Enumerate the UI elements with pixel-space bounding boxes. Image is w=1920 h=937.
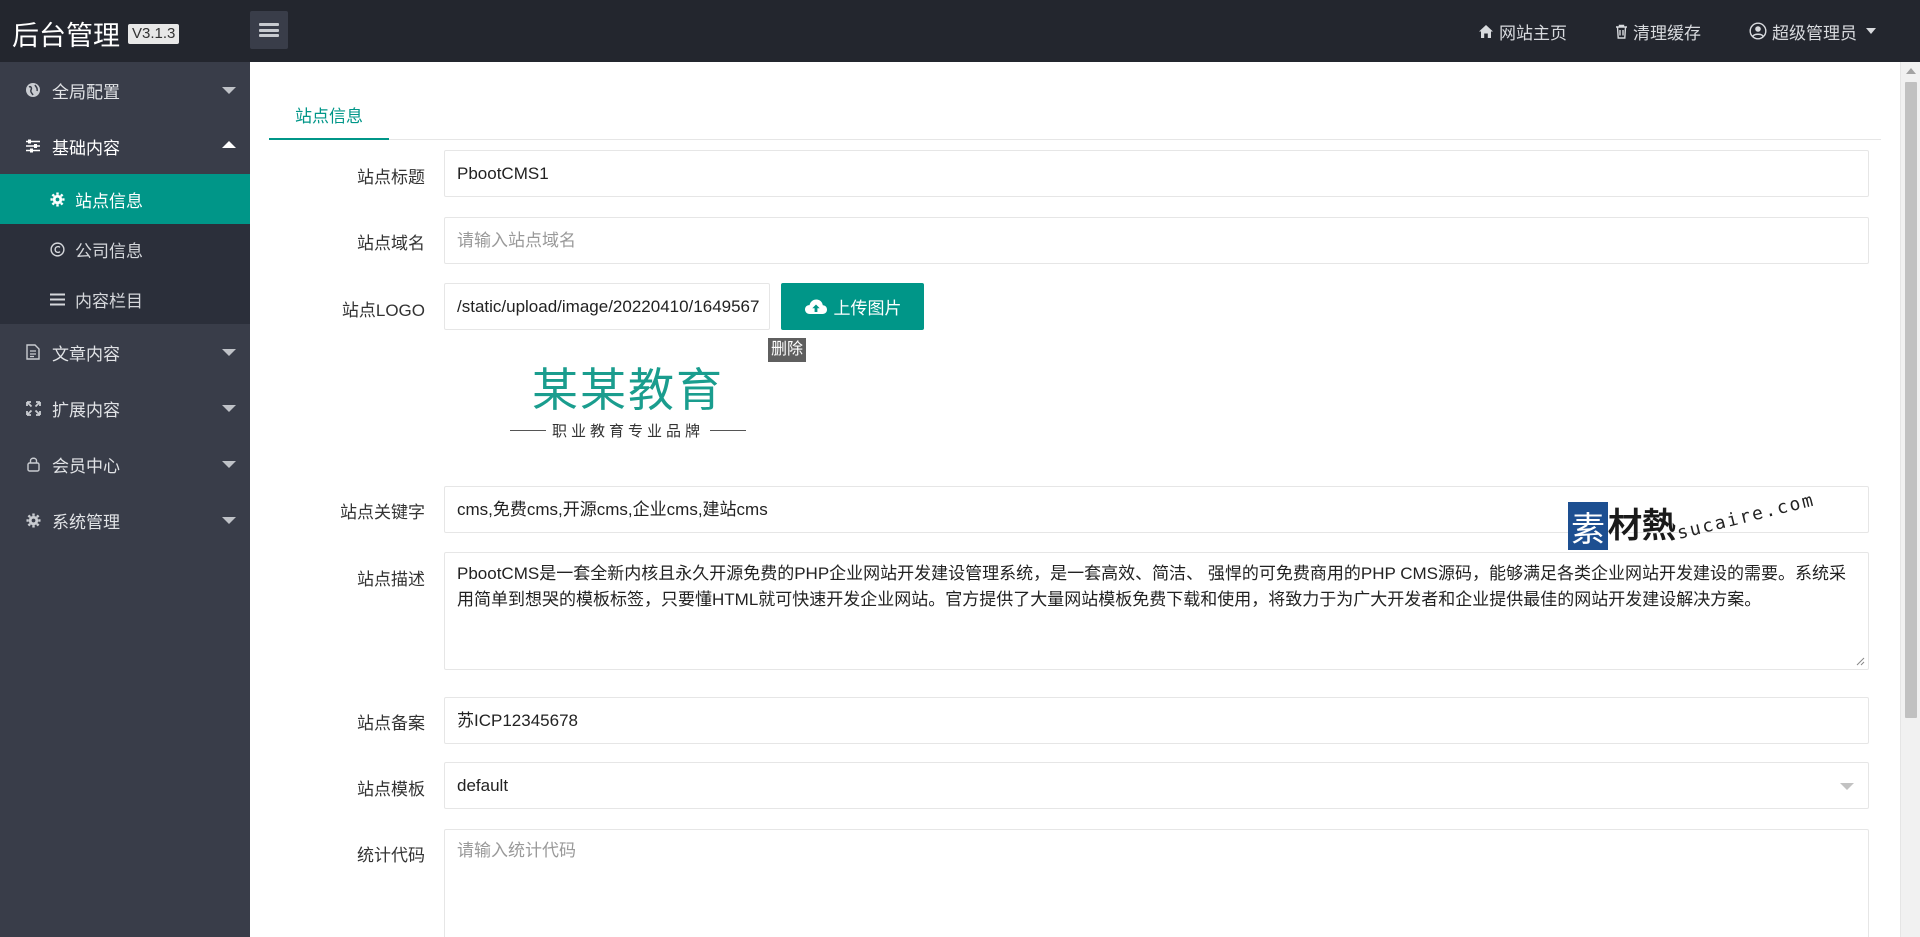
- site-domain-label: 站点域名: [357, 234, 425, 253]
- sidebar-item-label: 会员中心: [52, 456, 120, 476]
- site-domain-input[interactable]: 请输入站点域名: [444, 217, 1869, 264]
- main-content: 站点信息 站点标题 PbootCMS1 站点域名 请输入站点域名 站点LOGO …: [250, 62, 1900, 937]
- version-badge: V3.1.3: [128, 23, 180, 44]
- upload-image-button[interactable]: 上传图片: [781, 283, 924, 330]
- menu-toggle-button[interactable]: [250, 11, 288, 49]
- sidebar-item-content-columns[interactable]: 内容栏目: [0, 274, 250, 324]
- watermark-text: 材熱: [1608, 506, 1676, 546]
- trash-icon: [1616, 24, 1627, 39]
- resize-handle-icon[interactable]: [1855, 656, 1865, 666]
- watermark-logo: 素 材熱 sucaire.com: [1568, 489, 1821, 550]
- sidebar-item-extended-content[interactable]: 扩展内容: [0, 380, 250, 436]
- site-template-value: default: [457, 776, 509, 795]
- user-circle-icon: [1749, 22, 1767, 40]
- sidebar-item-label: 文章内容: [52, 344, 120, 364]
- scrollbar-thumb[interactable]: [1905, 82, 1917, 718]
- site-description-label: 站点描述: [357, 570, 425, 589]
- logo-preview-image: 某某教育 职业教育专业品牌: [498, 362, 758, 462]
- site-keywords-label: 站点关键字: [340, 503, 425, 522]
- logo-preview-sub-text: 职业教育专业品牌: [551, 423, 704, 440]
- scroll-up-icon[interactable]: [1906, 68, 1916, 74]
- user-menu-label: 超级管理员: [1772, 23, 1857, 43]
- chevron-down-icon: [222, 87, 236, 94]
- lock-icon: [24, 455, 42, 473]
- tab-site-info[interactable]: 站点信息: [269, 84, 389, 140]
- sidebar-subitem-label: 内容栏目: [75, 291, 143, 311]
- top-header: 后台管理 V3.1.3 网站主页 清理缓存 超级管理员: [0, 0, 1920, 62]
- sidebar-submenu: 站点信息 公司信息 内容栏目: [0, 174, 250, 324]
- sidebar: 全局配置 基础内容 站点信息 公司信息 内容栏目 文章内容 扩展内容 会员中心: [0, 62, 250, 937]
- copyright-icon: [49, 241, 65, 257]
- gear-icon: [49, 191, 65, 207]
- chevron-down-icon: [1840, 783, 1854, 790]
- site-title-label: 站点标题: [357, 168, 425, 187]
- top-nav: 网站主页 清理缓存 超级管理员: [1478, 0, 1876, 62]
- document-icon: [24, 343, 42, 361]
- chevron-down-icon: [222, 405, 236, 412]
- sidebar-item-label: 扩展内容: [52, 400, 120, 420]
- delete-logo-button[interactable]: 删除: [768, 338, 807, 362]
- sidebar-subitem-label: 站点信息: [75, 191, 143, 211]
- sidebar-item-label: 系统管理: [52, 512, 120, 532]
- list-icon: [49, 291, 65, 307]
- user-menu[interactable]: 超级管理员: [1749, 19, 1876, 44]
- stats-code-textarea[interactable]: 请输入统计代码: [444, 829, 1869, 937]
- site-logo-input[interactable]: /static/upload/image/20220410/1649567: [444, 283, 770, 330]
- sidebar-item-basic-content[interactable]: 基础内容: [0, 118, 250, 174]
- clear-cache-label: 清理缓存: [1633, 23, 1701, 43]
- sidebar-item-article-content[interactable]: 文章内容: [0, 324, 250, 380]
- home-link[interactable]: 网站主页: [1478, 19, 1567, 44]
- sidebar-item-site-info[interactable]: 站点信息: [0, 174, 250, 224]
- site-description-text: PbootCMS是一套全新内核且永久开源免费的PHP企业网站开发建设管理系统，是…: [457, 564, 1847, 609]
- logo-preview-subtitle: 职业教育专业品牌: [498, 420, 758, 441]
- gear-icon: [24, 511, 42, 529]
- chevron-down-icon: [222, 349, 236, 356]
- chevron-down-icon: [222, 461, 236, 468]
- stats-code-label: 统计代码: [357, 846, 425, 865]
- sidebar-item-member-center[interactable]: 会员中心: [0, 436, 250, 492]
- home-icon: [1479, 24, 1493, 38]
- chevron-up-icon: [222, 141, 236, 148]
- site-template-label: 站点模板: [357, 780, 425, 799]
- watermark-box: 素: [1568, 502, 1608, 550]
- sidebar-item-label: 全局配置: [52, 82, 120, 102]
- page-scrollbar[interactable]: [1900, 62, 1920, 937]
- clear-cache-link[interactable]: 清理缓存: [1615, 19, 1701, 44]
- home-link-label: 网站主页: [1499, 23, 1567, 43]
- app-title: 后台管理: [12, 21, 120, 51]
- logo-preview-main-text: 某某教育: [532, 363, 724, 417]
- site-icp-input[interactable]: 苏ICP12345678: [444, 697, 1869, 744]
- sidebar-item-label: 基础内容: [52, 138, 120, 158]
- sidebar-subitem-label: 公司信息: [75, 241, 143, 261]
- globe-icon: [24, 81, 42, 99]
- sliders-icon: [24, 137, 42, 155]
- site-logo-label: 站点LOGO: [341, 301, 425, 320]
- sidebar-item-system-management[interactable]: 系统管理: [0, 492, 250, 548]
- chevron-down-icon: [222, 517, 236, 524]
- tab-bar: 站点信息: [269, 84, 1881, 140]
- cloud-upload-icon: [804, 299, 827, 314]
- site-title-input[interactable]: PbootCMS1: [444, 150, 1869, 197]
- hamburger-icon: [259, 23, 279, 37]
- site-icp-label: 站点备案: [357, 714, 425, 733]
- sidebar-item-company-info[interactable]: 公司信息: [0, 224, 250, 274]
- expand-icon: [24, 399, 42, 417]
- site-template-select[interactable]: default: [444, 762, 1869, 809]
- chevron-down-icon: [1866, 28, 1876, 34]
- sidebar-item-global-config[interactable]: 全局配置: [0, 62, 250, 118]
- site-description-textarea[interactable]: PbootCMS是一套全新内核且永久开源免费的PHP企业网站开发建设管理系统，是…: [444, 552, 1869, 670]
- app-logo[interactable]: 后台管理 V3.1.3: [12, 14, 180, 53]
- upload-image-label: 上传图片: [833, 299, 902, 318]
